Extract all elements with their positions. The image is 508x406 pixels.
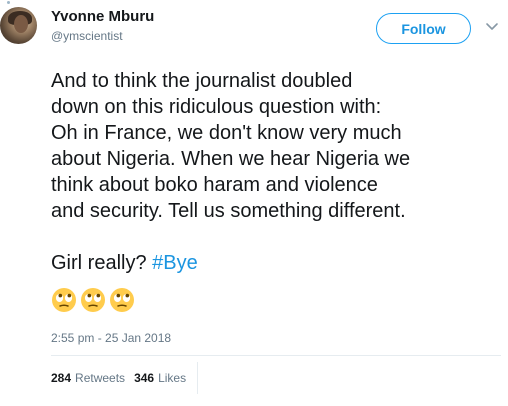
tweet-text-line: down on this ridiculous question with:	[51, 96, 382, 118]
tweet-stats: 284 Retweets 346 Likes	[51, 362, 199, 394]
tweet-text-line: about Nigeria. When we hear Nigeria we	[51, 148, 411, 170]
decorative-dot	[7, 1, 10, 4]
rolling-eyes-emoji-icon	[110, 288, 134, 312]
chevron-down-icon[interactable]	[485, 19, 499, 33]
author-name[interactable]: Yvonne Mburu	[51, 8, 154, 25]
tweet-text-line: think about boko haram and violence	[51, 174, 378, 196]
tweet-closing-line: Girl really? #Bye	[51, 250, 501, 276]
likes-count: 346	[134, 371, 155, 385]
likes-stat[interactable]: 346 Likes	[134, 371, 186, 385]
tweet-closing-text: Girl really?	[51, 252, 153, 274]
retweets-stat[interactable]: 284 Retweets	[51, 371, 125, 385]
tweet-timestamp[interactable]: 2:55 pm - 25 Jan 2018	[51, 331, 171, 345]
tweet-text-line: and security. Tell us something differen…	[51, 200, 406, 222]
retweets-count: 284	[51, 371, 72, 385]
hashtag-link[interactable]: #Bye	[152, 252, 198, 274]
rolling-eyes-emoji-icon	[81, 288, 105, 312]
tweet-text-line: And to think the journalist doubled	[51, 70, 353, 92]
tweet-card: Yvonne Mburu @ymscientist Follow And to …	[0, 0, 508, 406]
likes-label: Likes	[158, 371, 187, 385]
emoji-row	[51, 287, 135, 313]
tweet-text: And to think the journalist doubled down…	[51, 68, 501, 276]
tweet-text-line: Oh in France, we don't know very much	[51, 122, 402, 144]
avatar-face	[14, 15, 28, 33]
author-handle[interactable]: @ymscientist	[51, 29, 123, 43]
divider	[51, 355, 501, 356]
avatar[interactable]	[0, 7, 37, 44]
rolling-eyes-emoji-icon	[52, 288, 76, 312]
follow-button[interactable]: Follow	[376, 13, 471, 44]
retweets-label: Retweets	[75, 371, 126, 385]
stats-separator	[197, 362, 199, 394]
